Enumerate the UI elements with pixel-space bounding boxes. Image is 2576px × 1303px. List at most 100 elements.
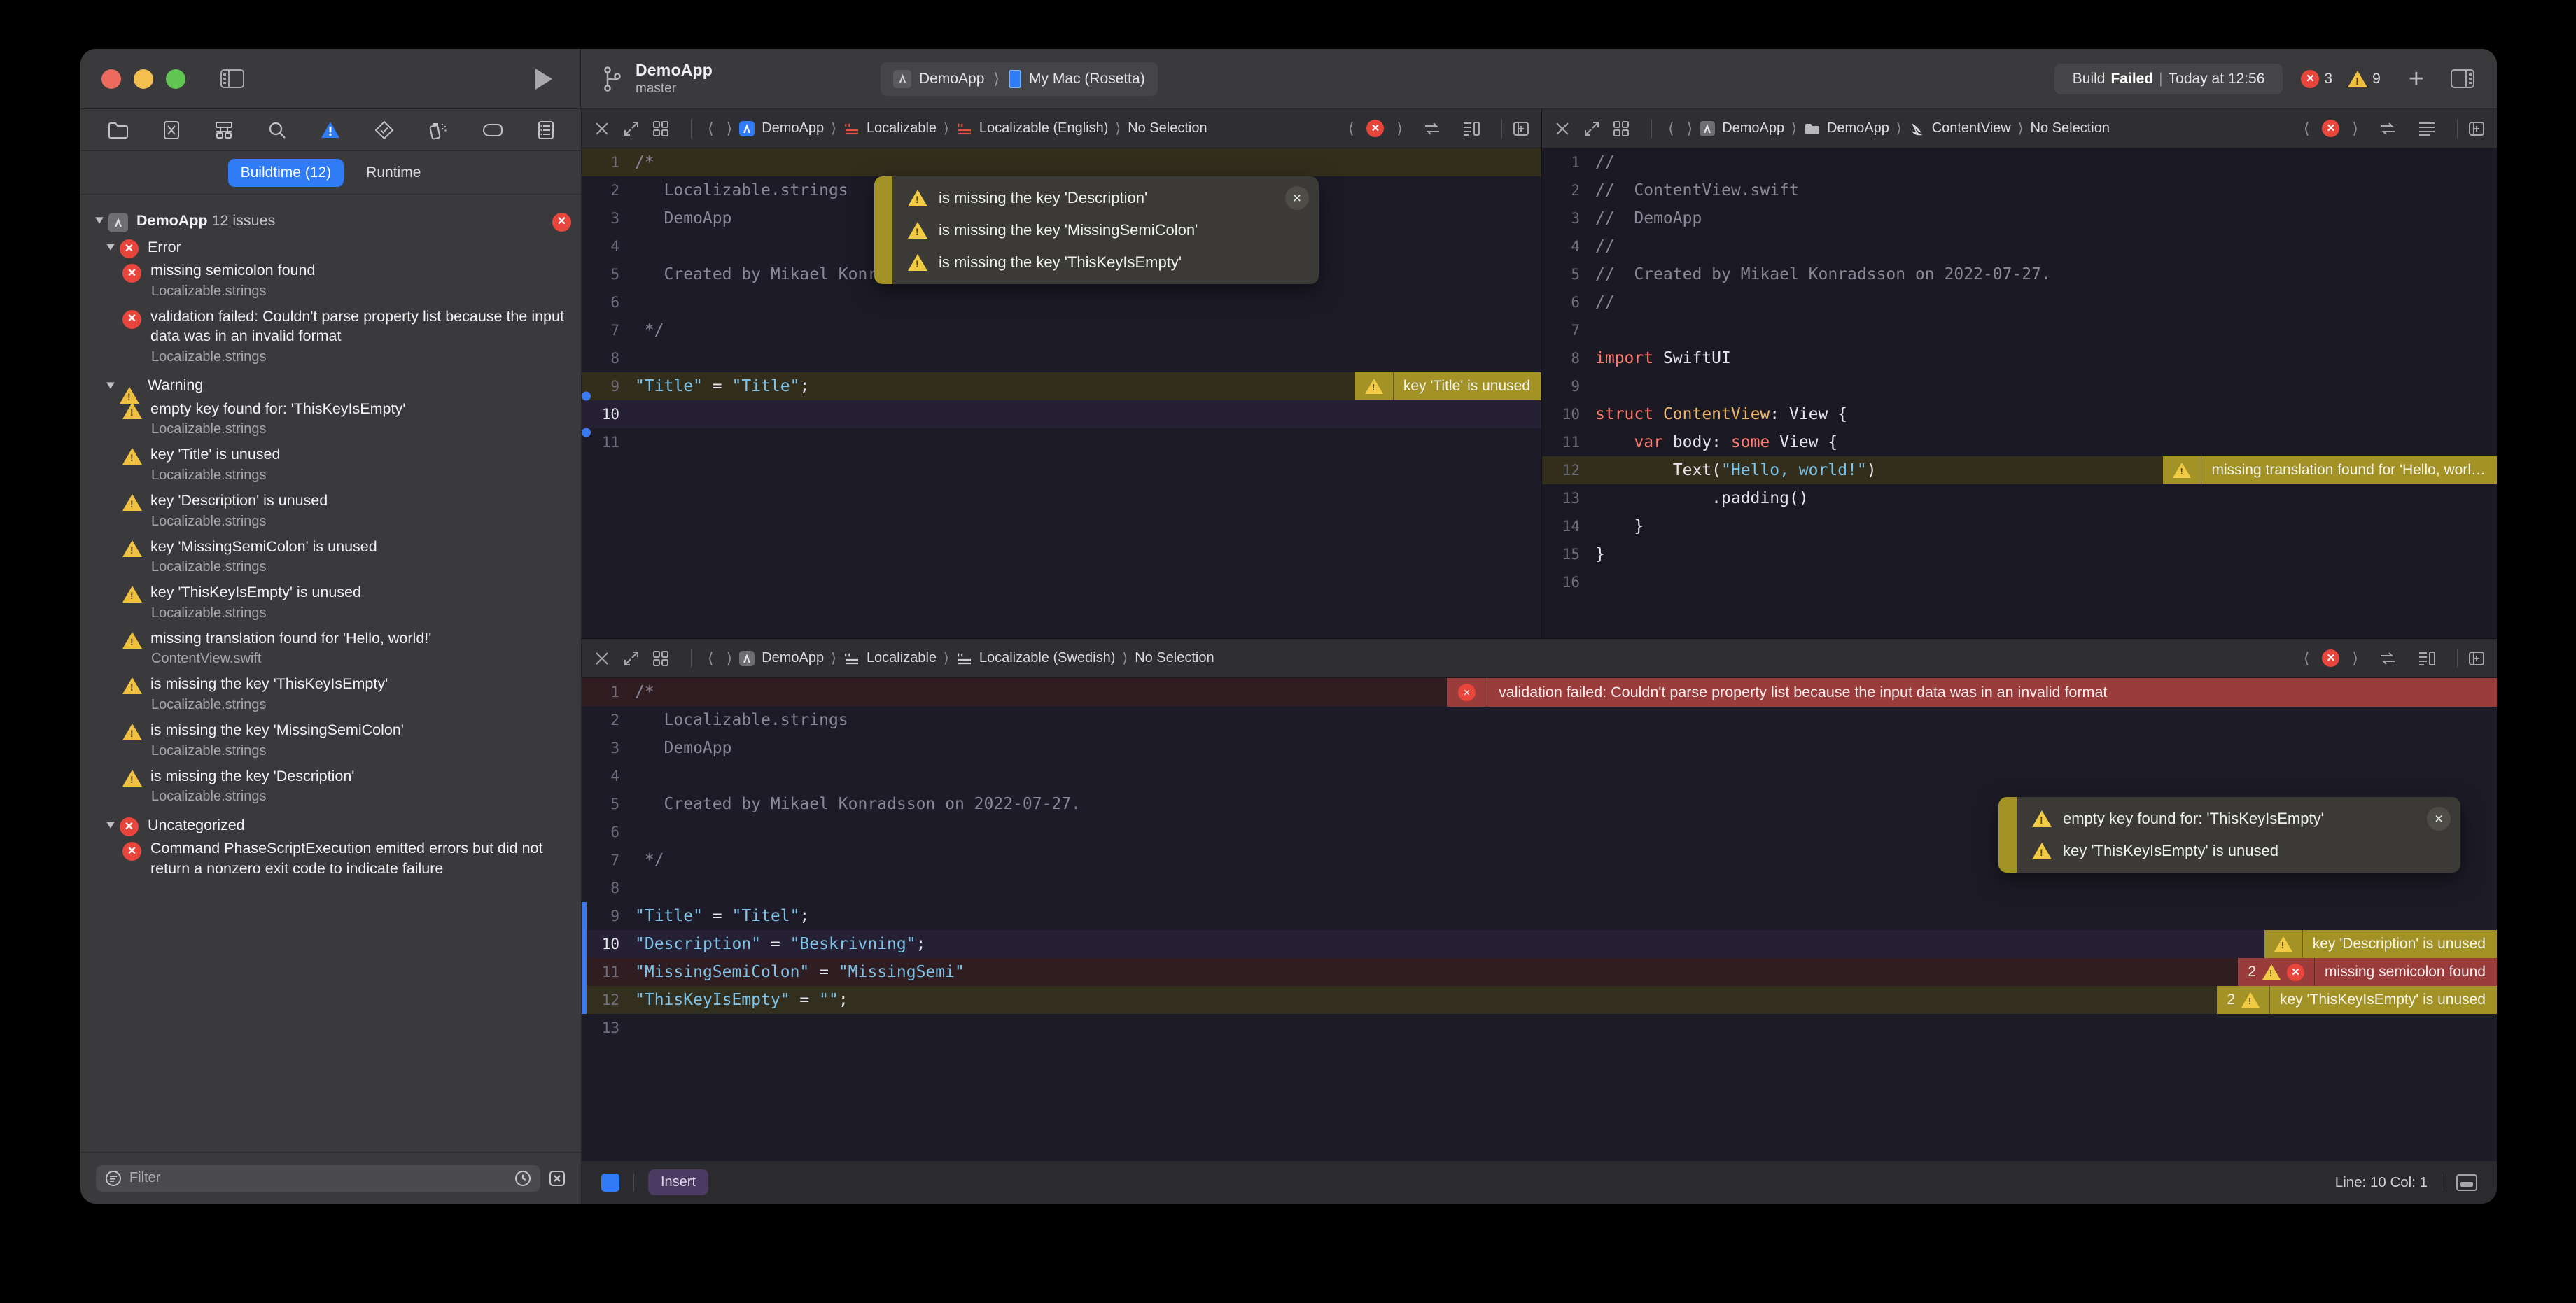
issue-item[interactable]: key 'ThisKeyIsEmpty' is unused Localizab… — [80, 582, 581, 624]
navigate-forward-icon[interactable]: ⟩ — [1687, 120, 1693, 138]
inline-warning-annotation[interactable]: key 'Description' is unused — [2264, 930, 2497, 958]
navigate-back-icon[interactable]: ⟨ — [708, 649, 714, 668]
close-icon[interactable]: × — [2427, 807, 2451, 831]
disclosure-triangle-icon[interactable]: ▾ — [88, 209, 111, 232]
popover-item[interactable]: key 'ThisKeyIsEmpty' is unused — [2017, 835, 2460, 867]
recent-history-icon[interactable] — [514, 1170, 531, 1187]
breadcrumb-selection[interactable]: No Selection — [1135, 650, 1214, 666]
breadcrumb-selection[interactable]: No Selection — [1128, 120, 1207, 136]
minimap-toggle-icon[interactable] — [2418, 649, 2436, 668]
vim-mode-indicator[interactable] — [601, 1173, 620, 1192]
issue-item[interactable]: ✕ validation failed: Couldn't parse prop… — [80, 307, 581, 367]
spray-icon[interactable] — [428, 120, 448, 140]
issue-counts[interactable]: ✕ 3 9 — [2301, 69, 2381, 88]
breadcrumb-file[interactable]: ContentView — [1909, 120, 2011, 137]
add-editor-icon[interactable] — [2468, 120, 2486, 138]
error-filter-toggle-icon[interactable] — [549, 1170, 566, 1187]
navigate-back-icon[interactable]: ⟨ — [708, 120, 714, 138]
issue-item[interactable]: ✕ missing semicolon found Localizable.st… — [80, 260, 581, 302]
previous-issue-icon[interactable]: ⟨ — [1348, 120, 1354, 138]
issue-group-warning[interactable]: ▾ Warning — [80, 372, 581, 404]
filter-input[interactable]: Filter — [96, 1164, 540, 1192]
issue-item[interactable]: is missing the key 'Description' Localiz… — [80, 766, 581, 808]
close-window-button[interactable] — [102, 69, 121, 89]
error-count-indicator[interactable]: ✕ 3 — [2301, 69, 2332, 88]
expand-editor-icon[interactable] — [1583, 120, 1601, 138]
warning-triangle-icon[interactable] — [321, 121, 340, 139]
report-list-icon[interactable] — [538, 120, 554, 140]
add-editor-plus-icon[interactable]: + — [2409, 66, 2424, 92]
issue-item[interactable]: empty key found for: 'ThisKeyIsEmpty' Lo… — [80, 399, 581, 440]
disclosure-triangle-icon[interactable]: ▾ — [99, 813, 122, 837]
next-issue-icon[interactable]: ⟩ — [2352, 120, 2358, 138]
minimap-toggle-icon[interactable] — [1462, 120, 1480, 138]
breadcrumb-group[interactable]: DemoApp — [1804, 120, 1889, 137]
run-button-play-icon[interactable] — [536, 68, 552, 90]
search-icon[interactable] — [268, 121, 286, 139]
breadcrumb-project[interactable]: DemoApp — [738, 120, 824, 137]
issue-group-error[interactable]: ▾ ✕ Error — [80, 234, 581, 260]
issue-item[interactable]: key 'Description' is unused Localizable.… — [80, 491, 581, 532]
toggle-inspector-icon[interactable] — [2451, 69, 2474, 89]
source-control-icon[interactable] — [163, 120, 180, 140]
minimize-window-button[interactable] — [134, 69, 153, 89]
issue-scope-selector[interactable]: Buildtime (12) Runtime — [80, 151, 581, 195]
close-editor-icon[interactable] — [593, 120, 611, 138]
scope-buildtime[interactable]: Buildtime (12) — [227, 158, 344, 187]
expand-editor-icon[interactable] — [622, 120, 640, 138]
editor-options-icon[interactable] — [652, 120, 670, 138]
breadcrumb-file[interactable]: Localizable (English) — [956, 120, 1108, 137]
issue-stepper[interactable]: ⟨ ✕ ⟩ — [1342, 120, 1409, 138]
navigate-back-icon[interactable]: ⟨ — [1668, 120, 1674, 138]
issue-item[interactable]: key 'Title' is unused Localizable.string… — [80, 444, 581, 486]
code-editor-localizable-swedish[interactable]: 1 /* ✕ validation failed: Couldn't parse… — [582, 678, 2497, 1160]
issue-stepper[interactable]: ⟨ ✕ ⟩ — [2297, 649, 2365, 668]
previous-issue-icon[interactable]: ⟨ — [2304, 120, 2310, 138]
inline-warning-annotation[interactable]: missing translation found for 'Hello, wo… — [2163, 456, 2497, 484]
editor-options-icon[interactable] — [1612, 120, 1630, 138]
zoom-window-button[interactable] — [166, 69, 186, 89]
assistant-editor-icon[interactable] — [2379, 120, 2397, 138]
scheme-destination-picker[interactable]: DemoApp ⟩ My Mac (Rosetta) — [881, 62, 1158, 96]
tag-icon[interactable] — [482, 123, 503, 137]
close-icon[interactable]: × — [1285, 186, 1309, 210]
add-editor-icon[interactable] — [1512, 120, 1530, 138]
inline-error-annotation[interactable]: 2 ✕ missing semicolon found — [2238, 958, 2497, 986]
popover-item[interactable]: is missing the key 'ThisKeyIsEmpty' — [892, 246, 1319, 279]
issue-item[interactable]: is missing the key 'MissingSemiColon' Lo… — [80, 720, 581, 761]
navigate-forward-icon[interactable]: ⟩ — [727, 120, 733, 138]
jump-bar-left-top[interactable]: ⟨ ⟩ DemoApp ⟩ Localizable ⟩ Localizable … — [582, 109, 1541, 148]
navigator-tab-bar[interactable] — [80, 109, 581, 151]
issue-item[interactable]: missing translation found for 'Hello, wo… — [80, 628, 581, 670]
code-editor-contentview[interactable]: 1 // 2 // ContentView.swift 3 // DemoApp 4 /… — [1542, 148, 2497, 638]
toggle-navigator-icon[interactable] — [220, 69, 244, 89]
code-editor-localizable-english[interactable]: 1/* 2 Localizable.strings 3 DemoApp 4 5 … — [582, 148, 1541, 638]
breadcrumb-project[interactable]: DemoApp — [738, 650, 824, 667]
editor-options-icon[interactable] — [652, 649, 670, 668]
disclosure-triangle-icon[interactable]: ▾ — [99, 235, 122, 259]
previous-issue-icon[interactable]: ⟨ — [2304, 649, 2310, 668]
assistant-editor-icon[interactable] — [1423, 120, 1441, 138]
navigate-forward-icon[interactable]: ⟩ — [727, 649, 733, 668]
issue-group-uncategorized[interactable]: ▾ ✕ Uncategorized — [80, 812, 581, 838]
issue-popover-swedish[interactable]: empty key found for: 'ThisKeyIsEmpty' ke… — [1998, 797, 2460, 873]
build-status-area[interactable]: Build Failed | Today at 12:56 ✕ 3 9 — [2054, 63, 2381, 94]
breadcrumb-selection[interactable]: No Selection — [2031, 120, 2110, 136]
issue-item[interactable]: key 'MissingSemiColon' is unused Localiz… — [80, 537, 581, 578]
warning-count-indicator[interactable]: 9 — [2348, 70, 2381, 87]
minimap-toggle-icon[interactable] — [2418, 120, 2436, 138]
popover-item[interactable]: is missing the key 'MissingSemiColon' — [892, 214, 1319, 246]
breadcrumb-project[interactable]: DemoApp — [1699, 120, 1784, 137]
validation-error-banner[interactable]: ✕ validation failed: Couldn't parse prop… — [1447, 678, 2497, 707]
build-status-pill[interactable]: Build Failed | Today at 12:56 — [2054, 63, 2283, 94]
issue-item[interactable]: is missing the key 'ThisKeyIsEmpty' Loca… — [80, 674, 581, 715]
expand-editor-icon[interactable] — [622, 649, 640, 668]
inline-warning-annotation[interactable]: 2 key 'ThisKeyIsEmpty' is unused — [2217, 986, 2497, 1014]
issue-item[interactable]: ✕ Command PhaseScriptExecution emitted e… — [80, 838, 581, 878]
close-editor-icon[interactable] — [593, 649, 611, 668]
breadcrumb-group[interactable]: Localizable — [844, 650, 937, 667]
popover-item[interactable]: is missing the key 'Description' — [892, 182, 1319, 214]
close-editor-icon[interactable] — [1553, 120, 1572, 138]
jump-bar-bottom[interactable]: ⟨ ⟩ DemoApp ⟩ Localizable ⟩ Localizable — [582, 639, 2497, 678]
disclosure-triangle-icon[interactable]: ▾ — [99, 374, 122, 397]
